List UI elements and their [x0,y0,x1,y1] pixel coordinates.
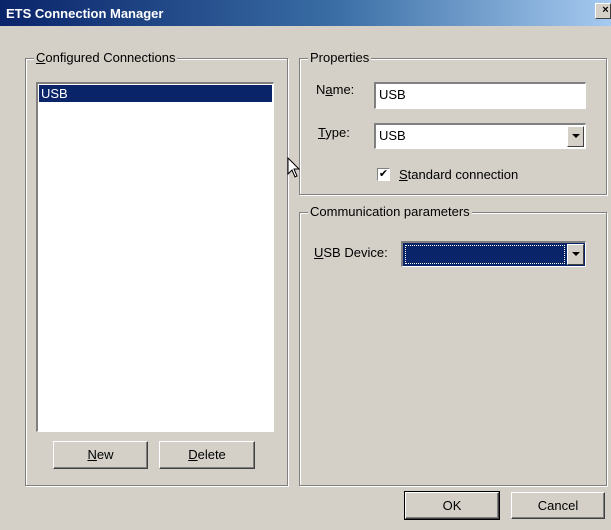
configured-connections-legend: Configured Connections [34,50,178,65]
name-input[interactable]: USB [374,82,586,109]
properties-legend: Properties [308,50,372,65]
close-icon: × [602,4,609,16]
type-label: Type: [318,125,350,140]
chevron-down-icon[interactable] [567,244,584,265]
type-select[interactable]: USB [374,123,586,149]
connections-list[interactable]: USB [36,82,274,432]
mouse-cursor-icon [287,157,301,178]
chevron-down-icon[interactable] [567,126,584,147]
usb-device-value [405,245,565,264]
communication-parameters-group: Communication parameters USB Device: [299,204,607,486]
standard-connection-label[interactable]: Standard connection [399,167,518,182]
ok-button[interactable]: OK [404,491,500,520]
usb-device-select[interactable] [401,241,586,267]
standard-connection-checkbox[interactable]: ✔ [377,168,390,181]
usb-device-label: USB Device: [314,245,388,260]
name-label: Name: [316,82,355,97]
close-button[interactable]: × [595,3,611,19]
window-title: ETS Connection Manager [6,6,164,21]
communication-parameters-legend: Communication parameters [308,204,472,219]
new-button[interactable]: New [53,441,148,469]
cancel-button[interactable]: Cancel [511,492,605,519]
delete-button[interactable]: Delete [159,441,255,469]
title-bar[interactable]: ETS Connection Manager × [0,0,611,26]
list-item-usb[interactable]: USB [39,85,272,102]
configured-connections-group: Configured Connections USB New Delete [25,50,288,486]
properties-group: Properties Name: USB Type: USB ✔ Standar… [299,50,607,195]
